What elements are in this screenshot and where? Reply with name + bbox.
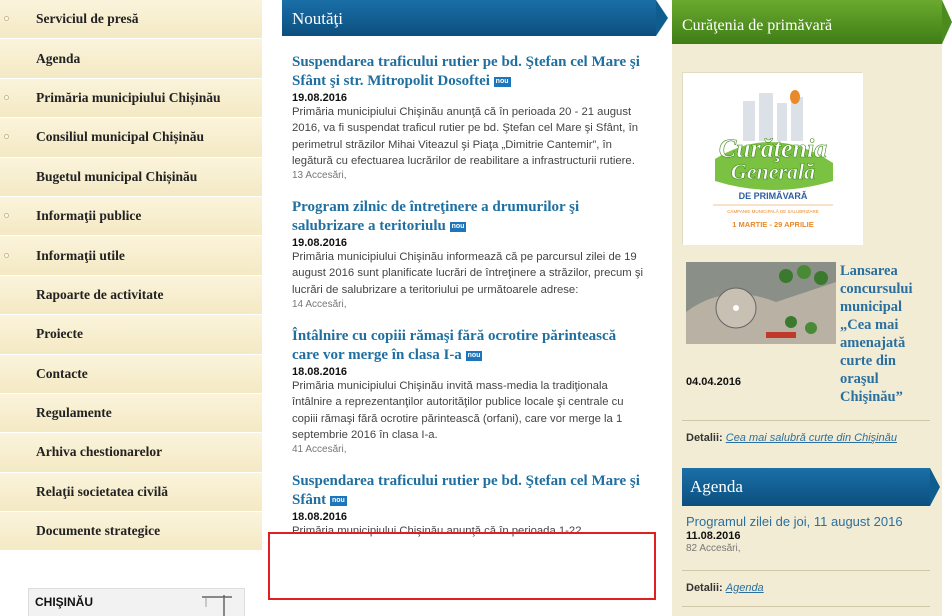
- nav-item-documente[interactable]: Documente strategice: [0, 512, 262, 552]
- news-title-text: Întâlnire cu copiii rămaşi fără ocrotire…: [292, 328, 617, 364]
- campaign-poster[interactable]: Curăţenia Generală DE PRIMĂVARĂ CAMPANIE…: [682, 72, 863, 245]
- news-title-link[interactable]: Suspendarea traficului rutier pe bd. Şte…: [292, 53, 646, 91]
- poster-line2: Generală: [731, 159, 815, 184]
- news-item: Program zilnic de întreţinere a drumuril…: [292, 198, 646, 310]
- agenda-item-link[interactable]: Programul zilei de joi, 11 august 2016: [686, 514, 903, 529]
- agenda-views: 82 Accesări,: [686, 543, 741, 554]
- nav-item-label: Serviciul de presă: [36, 11, 139, 27]
- news-date: 18.08.2016: [292, 366, 348, 379]
- news-header: Noutăţi: [282, 0, 668, 36]
- news-list: Suspendarea traficului rutier pe bd. Şte…: [282, 53, 656, 540]
- news-title-text: Suspendarea traficului rutier pe bd. Şte…: [292, 54, 640, 89]
- nav-item-relatii[interactable]: Relaţii societatea civilă: [0, 472, 262, 513]
- nav-item-regulamente[interactable]: Regulamente: [0, 393, 262, 434]
- agenda-detail-label: Detalii:: [686, 582, 723, 594]
- nav-item-label: Informaţii utile: [36, 247, 125, 263]
- detail-label: Detalii:: [686, 432, 723, 444]
- news-date: 19.08.2016: [292, 237, 348, 250]
- news-item: Suspendarea traficului rutier pe bd. Şte…: [292, 472, 646, 539]
- nav-bullet-icon: [4, 16, 9, 22]
- news-body: Primăria municipiului Chişinău anunţă că…: [292, 106, 639, 167]
- nav-item-informatii-publice[interactable]: Informaţii publice: [0, 196, 262, 237]
- nav-item-consiliul[interactable]: Consiliul municipal Chișinău: [0, 118, 262, 158]
- nav-item-label: Documente strategice: [36, 523, 161, 539]
- nav-item-label: Consiliul municipal Chișinău: [36, 129, 205, 145]
- nav-item-label: Primăria municipiului Chișinău: [36, 89, 221, 105]
- nav-item-label: Agenda: [36, 50, 81, 66]
- agenda-header: Agenda: [682, 468, 940, 506]
- nav-item-label: Relaţii societatea civilă: [36, 483, 168, 499]
- nav-item-label: Contacte: [36, 365, 88, 381]
- nav-item-label: Regulamente: [36, 405, 112, 421]
- divider: [682, 606, 930, 607]
- detail-line: Detalii: Cea mai salubră curte din Chişi…: [686, 432, 897, 444]
- new-badge: nou: [329, 495, 347, 506]
- left-navigation: Serviciul de presă Agenda Primăria munic…: [0, 0, 262, 616]
- news-title-link[interactable]: Suspendarea traficului rutier pe bd. Şte…: [292, 472, 646, 510]
- nav-item-bugetul[interactable]: Bugetul municipal Chișinău: [0, 157, 262, 197]
- contest-article-date: 04.04.2016: [686, 376, 742, 388]
- poster-line4: CAMPANIE MUNICIPALĂ DE SALUBRIZARE: [727, 208, 819, 214]
- nav-item-serviciul-de-presa[interactable]: Serviciul de presă: [0, 0, 262, 40]
- nav-item-informatii-utile[interactable]: Informaţii utile: [0, 236, 262, 276]
- new-badge: nou: [493, 76, 511, 87]
- detail-link-agenda[interactable]: Agenda: [726, 582, 764, 594]
- news-item: Întâlnire cu copiii rămaşi fără ocrotire…: [292, 327, 646, 455]
- new-badge: nou: [449, 221, 467, 232]
- nav-item-label: Proiecte: [36, 326, 83, 342]
- crane-icon: [202, 595, 232, 616]
- nav-item-primaria[interactable]: Primăria municipiului Chișinău: [0, 78, 262, 119]
- news-title-link[interactable]: Întâlnire cu copiii rămaşi fără ocrotire…: [292, 327, 646, 365]
- agenda-detail-line: Detalii: Agenda: [686, 582, 764, 594]
- right-sidebar: Curăţenia de primăvară Curăţenia General…: [672, 0, 952, 616]
- news-date: 19.08.2016: [292, 92, 348, 104]
- nav-item-label: Rapoarte de activitate: [36, 286, 164, 302]
- city-banner[interactable]: CHIŞINĂU: [28, 588, 245, 616]
- spring-cleaning-header: Curăţenia de primăvară: [672, 0, 952, 44]
- agenda-date: 11.08.2016: [686, 530, 741, 542]
- divider: [682, 570, 930, 571]
- nav-item-label: Arhiva chestionarelor: [36, 444, 163, 460]
- nav-item-agenda[interactable]: Agenda: [0, 39, 262, 79]
- divider: [682, 420, 930, 421]
- nav-bullet-icon: [4, 94, 9, 100]
- poster-line5: 1 MARTIE - 29 APRILIE: [732, 220, 813, 229]
- new-badge: nou: [465, 350, 483, 361]
- nav-list: Serviciul de presă Agenda Primăria munic…: [0, 0, 262, 552]
- news-views: 13 Accesări,: [292, 170, 347, 182]
- nav-bullet-icon: [4, 213, 9, 219]
- news-views: 41 Accesări,: [292, 444, 347, 456]
- detail-link-curte[interactable]: Cea mai salubră curte din Chişinău: [726, 432, 897, 444]
- nav-item-label: Bugetul municipal Chișinău: [36, 168, 198, 184]
- nav-bullet-icon: [4, 252, 9, 258]
- news-views: 14 Accesări,: [292, 299, 347, 311]
- nav-item-label: Informaţii publice: [36, 208, 142, 224]
- poster-line3: DE PRIMĂVARĂ: [739, 191, 808, 201]
- city-banner-label: CHIŞINĂU: [35, 595, 94, 609]
- news-section: Noutăţi Suspendarea traficului rutier pe…: [282, 0, 668, 616]
- nav-bullet-icon: [4, 134, 9, 140]
- news-body: Primăria municipiului Chişinău invită ma…: [292, 380, 624, 441]
- news-title-text: Program zilnic de întreţinere a drumuril…: [292, 199, 580, 235]
- selection-highlight: [268, 532, 656, 600]
- news-date: 18.08.2016: [292, 511, 348, 524]
- nav-item-rapoarte[interactable]: Rapoarte de activitate: [0, 275, 262, 316]
- nav-item-contacte[interactable]: Contacte: [0, 354, 262, 394]
- nav-item-proiecte[interactable]: Proiecte: [0, 315, 262, 355]
- news-item: Suspendarea traficului rutier pe bd. Şte…: [292, 53, 646, 181]
- news-body: Primăria municipiului Chişinău informeaz…: [292, 251, 644, 296]
- nav-item-arhiva[interactable]: Arhiva chestionarelor: [0, 433, 262, 473]
- campaign-poster-art: Curăţenia Generală DE PRIMĂVARĂ CAMPANIE…: [683, 73, 863, 245]
- news-title-link[interactable]: Program zilnic de întreţinere a drumuril…: [292, 198, 646, 236]
